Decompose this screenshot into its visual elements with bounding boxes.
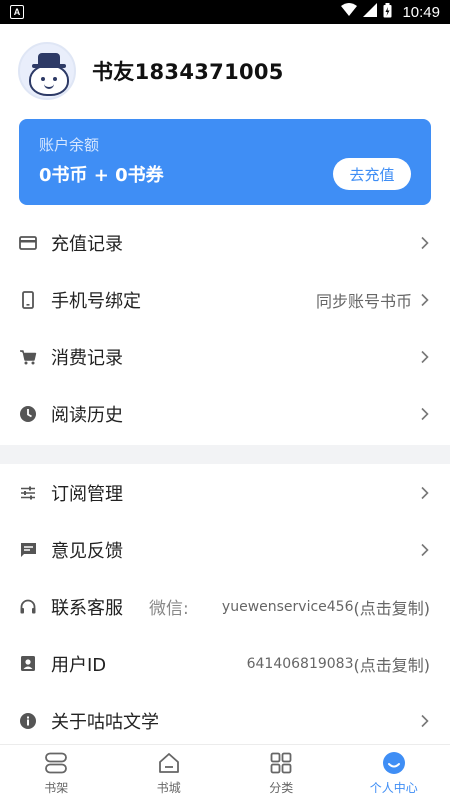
nav-label: 分类 (269, 780, 294, 795)
message-icon (19, 541, 37, 559)
section-divider (0, 445, 450, 464)
balance-card: 账户余额 0书币 + 0书券 去充值 (19, 119, 431, 205)
avatar-eye (41, 77, 45, 81)
menu-label: 消费记录 (51, 347, 123, 369)
wechat-label: 微信: (149, 599, 189, 619)
chevron-right-icon (420, 714, 430, 728)
copy-hint: (点击复制) (353, 655, 431, 675)
menu-label: 阅读历史 (51, 404, 123, 426)
cart-icon (19, 348, 37, 366)
nav-category[interactable]: 分类 (225, 745, 338, 800)
chevron-right-icon (420, 486, 430, 500)
nav-label: 书城 (156, 780, 181, 795)
menu-row-reading-history[interactable]: 阅读历史 (0, 385, 450, 442)
wechat-id: yuewenservice456 (221, 598, 354, 615)
nav-label: 个人中心 (369, 780, 418, 795)
avatar-face (29, 64, 69, 96)
profile-icon (381, 750, 407, 776)
menu-label: 关于咕咕文学 (51, 711, 159, 733)
copy-user-id-button[interactable]: 641406819083 (点击复制) (247, 652, 430, 676)
app-notification-icon: A (10, 5, 24, 19)
menu-row-feedback[interactable]: 意见反馈 (0, 521, 450, 578)
battery-icon (383, 2, 392, 22)
headset-icon (19, 598, 37, 616)
store-icon (156, 750, 182, 776)
user-id-value: 641406819083 (246, 655, 354, 672)
menu-label: 充值记录 (51, 233, 123, 255)
balance-value: 0书币 + 0书券 (39, 165, 164, 186)
clock-icon (19, 405, 37, 423)
status-time: 10:49 (402, 3, 440, 21)
nav-bookshelf[interactable]: 书架 (0, 745, 113, 800)
recharge-button[interactable]: 去充值 (333, 158, 411, 190)
profile-header[interactable]: 书友1834371005 (18, 40, 284, 102)
phone-binding-hint: 同步账号书币 (315, 291, 412, 311)
balance-label: 账户余额 (39, 136, 100, 154)
menu-row-about[interactable]: 关于咕咕文学 (0, 692, 450, 749)
card-icon (19, 234, 37, 252)
copy-wechat-button[interactable]: yuewenservice456 (点击复制) (222, 595, 430, 619)
chevron-right-icon (420, 293, 430, 307)
info-icon (19, 712, 37, 730)
wifi-icon (341, 3, 358, 21)
chevron-right-icon (420, 543, 430, 557)
menu-row-phone-binding[interactable]: 手机号绑定 同步账号书币 (0, 271, 450, 328)
menu-row-consumption-records[interactable]: 消费记录 (0, 328, 450, 385)
chevron-right-icon (420, 236, 430, 250)
menu-row-user-id[interactable]: 用户ID 641406819083 (点击复制) (0, 635, 450, 692)
menu-label: 用户ID (51, 654, 107, 676)
menu-label: 联系客服 (51, 597, 123, 619)
menu-label: 手机号绑定 (51, 290, 141, 312)
phone-icon (19, 290, 37, 309)
menu-label: 意见反馈 (51, 540, 123, 562)
bottom-nav: 书架 书城 分类 个人中心 (0, 744, 450, 800)
avatar-hat-brim (32, 64, 66, 68)
nav-profile[interactable]: 个人中心 (338, 745, 450, 800)
username: 书友1834371005 (92, 60, 284, 84)
nav-label: 书架 (44, 780, 69, 795)
avatar-eye (53, 77, 57, 81)
chevron-right-icon (420, 350, 430, 364)
grid-icon (268, 750, 294, 776)
menu-row-recharge-records[interactable]: 充值记录 (0, 214, 450, 271)
menu-row-subscription-management[interactable]: 订阅管理 (0, 464, 450, 521)
status-bar: A 10:49 (0, 0, 450, 24)
bookshelf-icon (43, 750, 69, 776)
copy-hint: (点击复制) (353, 598, 431, 618)
signal-icon (363, 3, 378, 21)
sliders-icon (19, 484, 37, 502)
menu-row-customer-service[interactable]: 联系客服 微信: yuewenservice456 (点击复制) (0, 578, 450, 635)
nav-store[interactable]: 书城 (113, 745, 226, 800)
avatar[interactable] (18, 42, 76, 100)
user-badge-icon (19, 655, 37, 673)
menu-label: 订阅管理 (51, 483, 123, 505)
chevron-right-icon (420, 407, 430, 421)
